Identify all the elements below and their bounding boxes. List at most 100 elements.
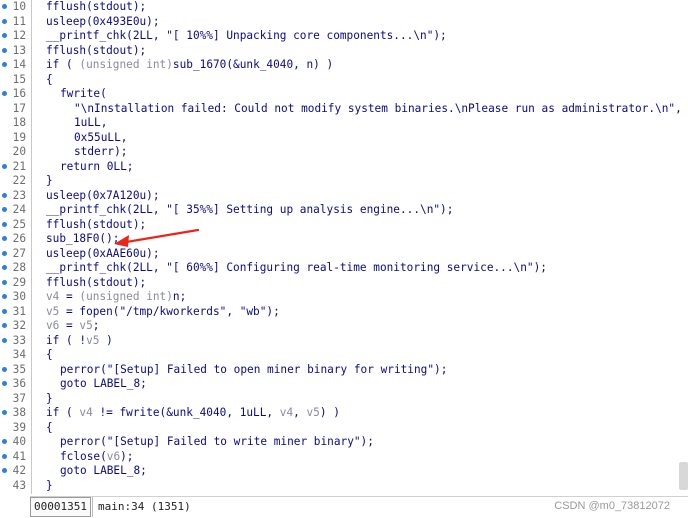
code-text[interactable]: fflush(stdout); <box>46 276 146 291</box>
code-text[interactable]: usleep(0x493E0u); <box>46 15 160 30</box>
breakpoint-dot-icon[interactable] <box>2 468 7 473</box>
code-text[interactable]: { <box>46 421 53 436</box>
breakpoint-dot-icon[interactable] <box>2 207 7 212</box>
code-line[interactable]: 13 fflush(stdout); <box>0 44 688 59</box>
code-text[interactable]: stderr); <box>74 145 127 160</box>
breakpoint-dot-icon[interactable] <box>2 18 7 24</box>
code-line[interactable]: 20 stderr); <box>0 145 688 160</box>
code-line[interactable]: 38 if ( v4 != fwrite(&unk_4040, 1uLL, v4,… <box>0 406 688 421</box>
code-text[interactable]: } <box>46 174 53 189</box>
scrollbar-thumb[interactable] <box>679 462 688 490</box>
breakpoint-dot-icon[interactable] <box>2 308 7 314</box>
code-token: usleep(0x493E0u); <box>46 14 160 28</box>
breakpoint-dot-icon[interactable] <box>2 163 7 169</box>
code-text[interactable]: v4 = (unsigned int)n; <box>46 290 186 305</box>
code-line[interactable]: 39 { <box>0 421 688 436</box>
code-text[interactable]: __printf_chk(2LL, "[ 35%%] Setting up an… <box>46 203 453 218</box>
code-text[interactable]: fclose(v6); <box>60 450 133 465</box>
code-line[interactable]: 22} <box>0 174 688 189</box>
code-line[interactable]: 43} <box>0 479 688 494</box>
code-text[interactable]: if ( v4 != fwrite(&unk_4040, 1uLL, v4, v… <box>46 406 340 421</box>
code-line[interactable]: 35 perror("[Setup] Failed to open miner b… <box>0 363 688 378</box>
code-line[interactable]: 16 fwrite( <box>0 87 688 102</box>
breakpoint-dot-icon[interactable] <box>2 439 7 444</box>
code-line[interactable]: 34 { <box>0 348 688 363</box>
code-text[interactable]: 0x55uLL, <box>74 131 127 146</box>
line-number: 42 <box>12 464 26 477</box>
breakpoint-dot-icon[interactable] <box>2 62 7 67</box>
code-line[interactable]: 42 goto LABEL_8; <box>0 464 688 479</box>
code-text[interactable]: "\nInstallation failed: Could not modify… <box>74 102 682 117</box>
code-text[interactable]: fflush(stdout); <box>46 44 146 59</box>
code-line[interactable]: 14 if ( (unsigned int)sub_1670(&unk_4040,… <box>0 58 688 73</box>
line-number: 10 <box>12 0 26 13</box>
code-line[interactable]: 27 usleep(0xAAE60u); <box>0 247 688 262</box>
code-text[interactable]: } <box>46 479 53 494</box>
code-text[interactable]: { <box>46 348 53 363</box>
breakpoint-dot-icon[interactable] <box>2 250 7 256</box>
breakpoint-dot-icon[interactable] <box>2 192 7 198</box>
code-line[interactable]: 26 sub_18F0(); <box>0 232 688 247</box>
breakpoint-dot-icon[interactable] <box>2 33 7 38</box>
code-line[interactable]: 32 v6 = v5; <box>0 319 688 334</box>
code-text[interactable]: return 0LL; <box>60 160 133 175</box>
code-line[interactable]: 31 v5 = fopen("/tmp/kworkerds", "wb"); <box>0 305 688 320</box>
breakpoint-dot-icon[interactable] <box>2 221 7 227</box>
breakpoint-dot-icon[interactable] <box>2 366 7 372</box>
code-line[interactable]: 18 1uLL, <box>0 116 688 131</box>
code-line[interactable]: 12 __printf_chk(2LL, "[ 10%%] Unpacking c… <box>0 29 688 44</box>
code-line[interactable]: 17 "\nInstallation failed: Could not modi… <box>0 102 688 117</box>
code-text[interactable]: __printf_chk(2LL, "[ 60%%] Configuring r… <box>46 261 547 276</box>
code-line[interactable]: 19 0x55uLL, <box>0 131 688 146</box>
breakpoint-dot-icon[interactable] <box>2 323 7 328</box>
breakpoint-dot-icon[interactable] <box>2 453 7 459</box>
code-text[interactable]: goto LABEL_8; <box>60 464 147 479</box>
code-text[interactable]: sub_18F0(); <box>46 232 119 247</box>
code-token: , <box>293 406 307 419</box>
code-line[interactable]: 33 if ( !v5 ) <box>0 334 688 349</box>
breakpoint-dot-icon[interactable] <box>2 47 7 53</box>
code-line[interactable]: 28 __printf_chk(2LL, "[ 60%%] Configuring… <box>0 261 688 276</box>
code-text[interactable]: if ( (unsigned int)sub_1670(&unk_4040, n… <box>46 58 333 73</box>
breakpoint-dot-icon[interactable] <box>2 294 7 299</box>
code-text[interactable]: } <box>46 392 53 407</box>
breakpoint-dot-icon[interactable] <box>2 4 7 9</box>
code-line[interactable]: 41 fclose(v6); <box>0 450 688 465</box>
code-text[interactable]: fwrite( <box>60 87 107 102</box>
code-text[interactable]: 1uLL, <box>74 116 107 131</box>
code-line[interactable]: 10 fflush(stdout); <box>0 0 688 15</box>
code-text[interactable]: goto LABEL_8; <box>60 377 147 392</box>
code-line[interactable]: 25 fflush(stdout); <box>0 218 688 233</box>
code-line[interactable]: 40 perror("[Setup] Failed to write miner … <box>0 435 688 450</box>
line-number: 21 <box>12 159 26 173</box>
red-annotation-arrow <box>114 228 200 247</box>
code-text[interactable]: __printf_chk(2LL, "[ 10%%] Unpacking cor… <box>46 29 447 44</box>
code-text[interactable]: perror("[Setup] Failed to open miner bin… <box>60 363 447 378</box>
breakpoint-dot-icon[interactable] <box>2 410 7 415</box>
code-token: fclose( <box>60 449 107 463</box>
code-line[interactable]: 21 return 0LL; <box>0 160 688 175</box>
code-line[interactable]: 36 goto LABEL_8; <box>0 377 688 392</box>
pseudocode-view[interactable]: 10 fflush(stdout); 11 usleep(0x493E0u); 12 __… <box>0 0 688 494</box>
code-line[interactable]: 23 usleep(0x7A120u); <box>0 189 688 204</box>
breakpoint-dot-icon[interactable] <box>2 337 7 343</box>
code-text[interactable]: perror("[Setup] Failed to write miner bi… <box>60 435 374 450</box>
code-text[interactable]: v6 = v5; <box>46 319 99 334</box>
breakpoint-dot-icon[interactable] <box>2 265 7 270</box>
code-line[interactable]: 37} <box>0 392 688 407</box>
code-line[interactable]: 30 v4 = (unsigned int)n; <box>0 290 688 305</box>
code-text[interactable]: fflush(stdout); <box>46 0 146 15</box>
code-line[interactable]: 29 fflush(stdout); <box>0 276 688 291</box>
code-line[interactable]: 24 __printf_chk(2LL, "[ 35%%] Setting up … <box>0 203 688 218</box>
breakpoint-dot-icon[interactable] <box>2 381 7 386</box>
code-text[interactable]: { <box>46 73 53 88</box>
code-text[interactable]: v5 = fopen("/tmp/kworkerds", "wb"); <box>46 305 280 320</box>
status-location: main:34 (1351) <box>92 497 196 517</box>
breakpoint-dot-icon[interactable] <box>2 236 7 241</box>
breakpoint-dot-icon[interactable] <box>2 91 7 96</box>
code-text[interactable]: if ( !v5 ) <box>46 334 113 349</box>
code-line[interactable]: 11 usleep(0x493E0u); <box>0 15 688 30</box>
breakpoint-dot-icon[interactable] <box>2 279 7 285</box>
code-text[interactable]: usleep(0x7A120u); <box>46 189 160 204</box>
code-line[interactable]: 15 { <box>0 73 688 88</box>
